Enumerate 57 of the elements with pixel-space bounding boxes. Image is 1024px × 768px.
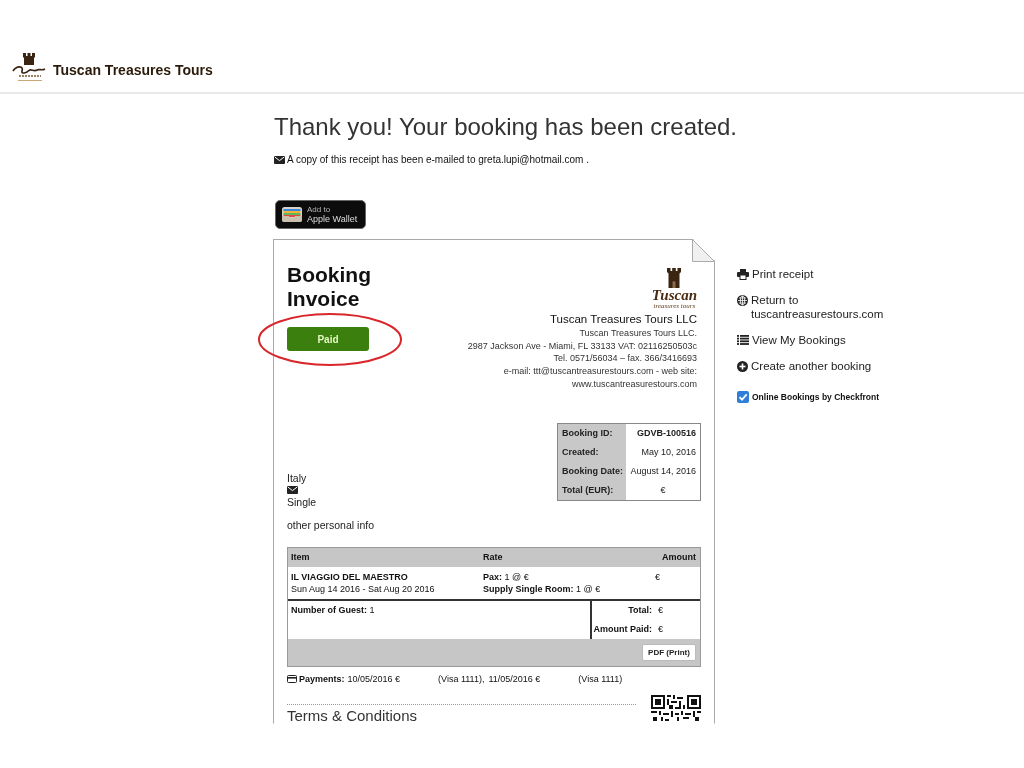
customer-country: Italy xyxy=(287,471,308,484)
payment-method-text: (Visa 1111) xyxy=(578,672,623,685)
item-name: IL VIAGGIO DEL MAESTRO xyxy=(291,570,409,583)
guest-count: Number of Guest: 1 xyxy=(290,603,376,617)
summary-value: May 10, 2016 xyxy=(640,445,697,459)
payment-date: 10/05/2016 € xyxy=(347,672,401,685)
paid-status-badge: Paid xyxy=(287,327,369,351)
company-address-line: Tel. 0571/56034 – fax. 366/3416693 xyxy=(553,352,697,366)
summary-value: August 14, 2016 xyxy=(629,464,697,478)
company-address-line: Tuscan Treasures Tours LLC. xyxy=(579,327,697,340)
rate-line: Pax: 1 @ € xyxy=(483,570,530,583)
terms-heading: Terms & Conditions xyxy=(287,706,419,724)
summary-value: € xyxy=(659,483,667,497)
company-address-line: e-mail: ttt@tuscantreasurestours.com - web site: xyxy=(503,365,697,378)
brand-name: Tuscan Treasures Tours xyxy=(53,60,213,78)
total-label: Total: xyxy=(627,603,653,617)
wallet-icon xyxy=(282,207,302,222)
payment-date: 11/05/2016 € xyxy=(488,672,541,685)
total-label: Amount Paid: xyxy=(592,622,653,636)
envelope-icon xyxy=(274,156,285,164)
sidebar-link[interactable]: Create another booking xyxy=(737,359,892,373)
checkbox[interactable] xyxy=(737,391,749,403)
envelope-icon xyxy=(287,485,298,494)
company-name: Tuscan Treasures Tours LLC xyxy=(550,312,697,327)
column-header: Item xyxy=(290,550,311,564)
printer-icon xyxy=(737,268,749,280)
logo-wordmark: Tuscan xyxy=(651,288,697,302)
column-header: Amount xyxy=(661,550,697,564)
company-address-line: 2987 Jackson Ave - Miami, FL 33133 VAT: 02116250503c xyxy=(467,339,697,353)
pdf-print-button[interactable]: PDF (Print) xyxy=(642,643,696,661)
list-icon xyxy=(737,334,749,345)
item-dates: Sun Aug 14 2016 - Sat Aug 20 2016 xyxy=(291,582,436,595)
summary-value: GDVB-100516 xyxy=(635,426,697,440)
globe-icon xyxy=(737,294,748,306)
sidebar-link[interactable]: Return to tuscantreasurestours.com xyxy=(737,293,892,321)
email-notice: A copy of this receipt has been e-mailed to greta.lupi@hotmail.com . xyxy=(287,153,589,167)
qr-code-icon xyxy=(651,694,701,721)
sidebar-link[interactable]: Print receipt xyxy=(737,267,892,281)
plus-circle-icon xyxy=(737,360,748,372)
customer-notes: other personal info xyxy=(287,518,375,532)
customer-room: Single xyxy=(287,495,317,508)
summary-label: Booking ID: xyxy=(558,423,626,443)
sidebar-link[interactable]: View My Bookings xyxy=(737,333,892,347)
credit-card-icon xyxy=(287,674,297,683)
checkbox-label: Online Bookings by Checkfront xyxy=(752,391,880,403)
page-heading: Thank you! Your booking has been created. xyxy=(274,113,738,141)
rate-line: Supply Single Room: 1 @ € xyxy=(483,582,602,595)
company-address-line: www.tuscantreasurestours.com xyxy=(571,377,697,391)
total-value: € xyxy=(657,622,664,636)
invoice-title: Booking Invoice xyxy=(287,263,372,311)
payment-method-text: (Visa 1111), xyxy=(438,672,485,685)
total-value: € xyxy=(657,603,664,617)
payments-label: Payments: xyxy=(299,672,345,685)
amount-value: € xyxy=(655,570,661,583)
apple-wallet-button[interactable]: Add to Apple Wallet xyxy=(275,200,366,229)
tower-logo-icon xyxy=(12,53,46,83)
column-header: Rate xyxy=(482,550,504,564)
